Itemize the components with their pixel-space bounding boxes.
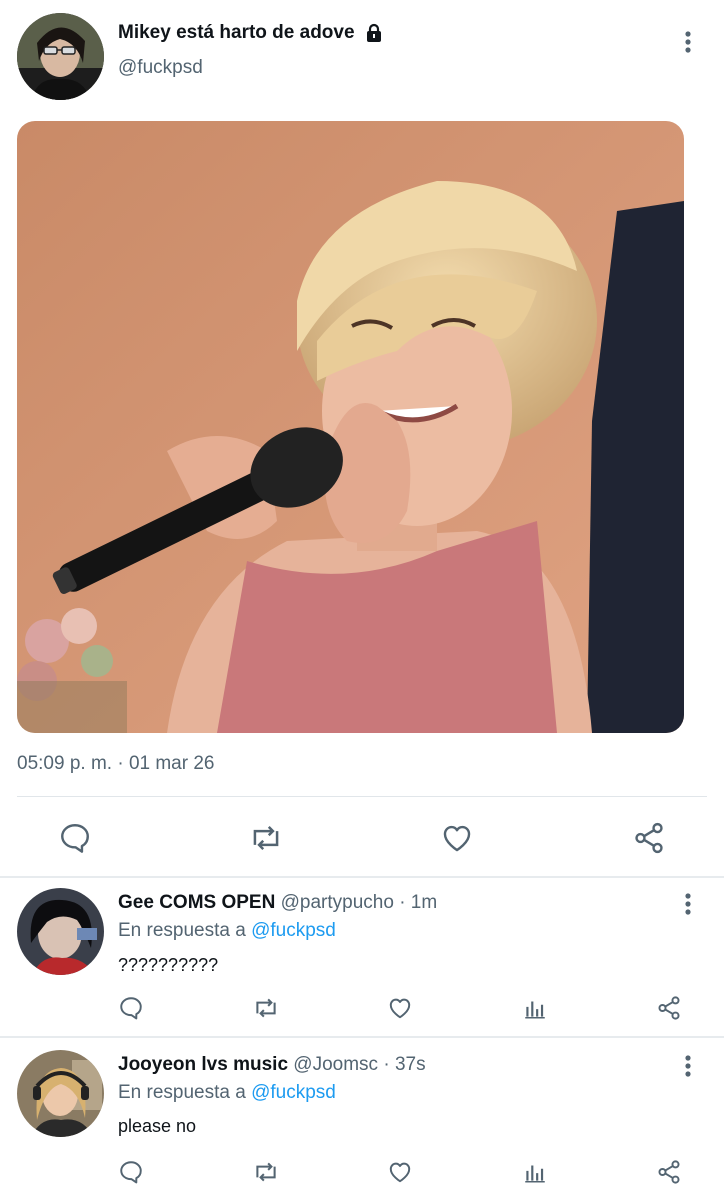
reply-text: ?????????? [118, 955, 219, 975]
reply-context-mention[interactable]: @fuckpsd [251, 920, 336, 941]
reply-context-prefix: En respuesta a [118, 1082, 252, 1103]
reply-action-bar [0, 990, 724, 1026]
reply-avatar[interactable] [17, 888, 104, 975]
reply-context: En respuesta a @fuckpsd [118, 1082, 336, 1104]
author-avatar[interactable] [17, 13, 104, 100]
reply-header: Jooyeon lvs music @Joomsc · 37s [118, 1054, 426, 1076]
reply-time[interactable]: 1m [411, 892, 437, 913]
author-name-row[interactable]: Mikey está harto de adove [118, 22, 384, 44]
tweet-timestamp[interactable]: 05:09 p. m. · 01 mar 26 [17, 753, 215, 775]
reply-time[interactable]: 37s [395, 1054, 426, 1075]
reply-context-prefix: En respuesta a [118, 920, 252, 941]
share-icon[interactable] [627, 816, 671, 860]
author-name[interactable]: Mikey está harto de adove [118, 22, 355, 44]
analytics-icon[interactable] [517, 990, 553, 1026]
reply-item[interactable]: Jooyeon lvs music @Joomsc · 37s En respu… [0, 1038, 724, 1200]
more-vertical-icon[interactable] [676, 26, 700, 58]
author-handle[interactable]: @fuckpsd [118, 57, 203, 79]
reply-text: please no [118, 1116, 197, 1136]
reply-context-mention[interactable]: @fuckpsd [251, 1082, 336, 1103]
reply-author-name[interactable]: Gee COMS OPEN [118, 892, 275, 913]
reply-avatar[interactable] [17, 1050, 104, 1137]
main-tweet: Mikey está harto de adove @fuckpsd 05:09… [0, 0, 724, 878]
like-icon[interactable] [435, 816, 479, 860]
retweet-icon[interactable] [244, 816, 288, 860]
reply-author-name[interactable]: Jooyeon lvs music [118, 1054, 288, 1075]
reply-icon[interactable] [53, 816, 97, 860]
tweet-action-bar [0, 816, 724, 860]
more-vertical-icon[interactable] [676, 1050, 700, 1082]
retweet-icon[interactable] [248, 990, 284, 1026]
lock-icon [364, 23, 384, 43]
like-icon[interactable] [382, 990, 418, 1026]
like-icon[interactable] [382, 1154, 418, 1190]
share-icon[interactable] [651, 1154, 687, 1190]
reply-author-handle[interactable]: @partypucho [281, 892, 394, 913]
reply-author-handle[interactable]: @Joomsc [293, 1054, 378, 1075]
divider [17, 796, 707, 797]
reply-action-bar [0, 1154, 724, 1190]
reply-icon[interactable] [113, 1154, 149, 1190]
tweet-media-image[interactable] [17, 121, 684, 733]
analytics-icon[interactable] [517, 1154, 553, 1190]
reply-dot: · [399, 892, 406, 913]
share-icon[interactable] [651, 990, 687, 1026]
more-vertical-icon[interactable] [676, 888, 700, 920]
retweet-icon[interactable] [248, 1154, 284, 1190]
reply-context: En respuesta a @fuckpsd [118, 920, 336, 942]
reply-icon[interactable] [113, 990, 149, 1026]
reply-item[interactable]: Gee COMS OPEN @partypucho · 1m En respue… [0, 878, 724, 1036]
reply-header: Gee COMS OPEN @partypucho · 1m [118, 892, 437, 914]
reply-dot: · [383, 1054, 390, 1075]
